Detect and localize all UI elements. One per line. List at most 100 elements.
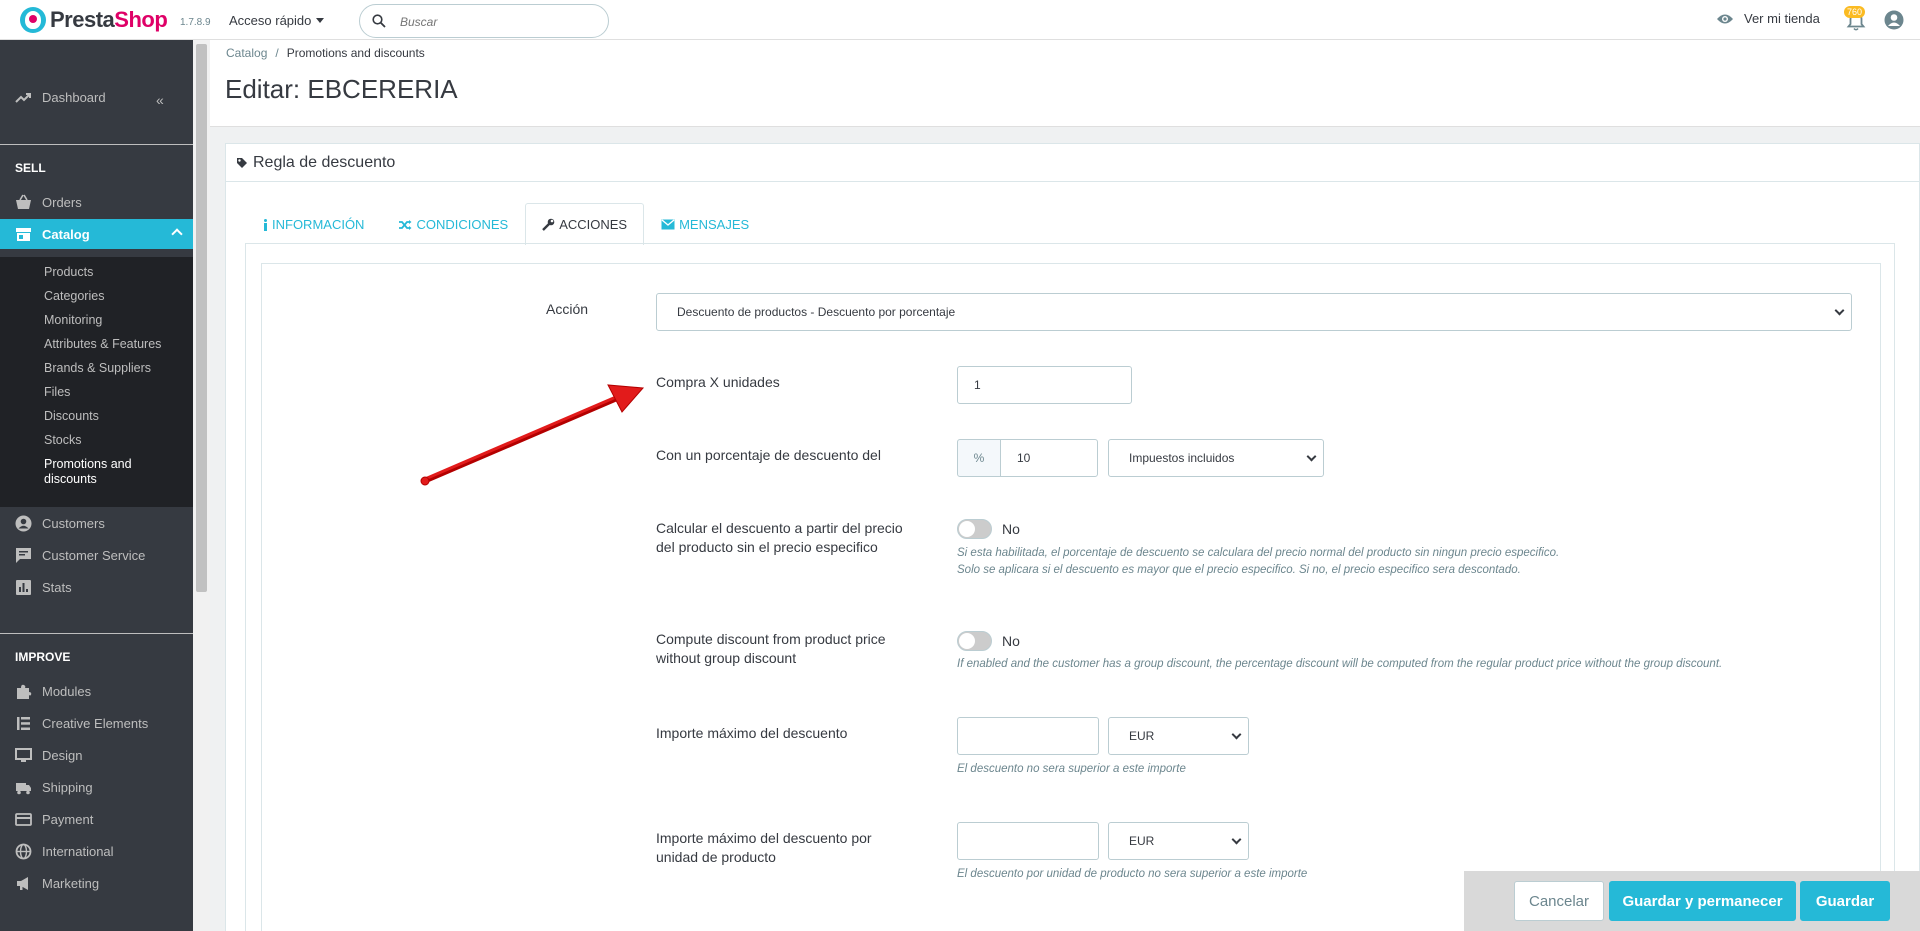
account-circle-icon [15, 515, 32, 531]
panel-heading-text: Regla de descuento [253, 153, 396, 171]
tab-label: ACCIONES [559, 217, 628, 232]
tab-mensajes[interactable]: MENSAJES [644, 203, 766, 245]
sidebar-item-payment[interactable]: Payment [0, 804, 193, 834]
info-icon [264, 218, 267, 231]
max-currency-value: EUR [1129, 729, 1155, 743]
sub-item-monitoring[interactable]: Monitoring [44, 313, 102, 327]
page-title: Editar: EBCERERIA [225, 74, 458, 104]
monitor-icon [15, 747, 32, 762]
breadcrumb-separator: / [275, 46, 279, 60]
view-store-label: Ver mi tienda [1744, 11, 1820, 26]
cancel-button[interactable]: Cancelar [1514, 881, 1604, 921]
chat-icon [16, 547, 31, 563]
max-currency-select[interactable]: EUR [1108, 717, 1249, 755]
quick-access-dropdown[interactable]: Acceso rápido [229, 13, 325, 28]
search-box[interactable] [359, 4, 609, 38]
sidebar-divider [0, 144, 193, 145]
sub-item-files[interactable]: Files [44, 385, 70, 399]
tax-select-value: Impuestos incluidos [1129, 451, 1235, 465]
buy-x-input[interactable]: 1 [957, 366, 1132, 404]
sidebar-item-dashboard[interactable]: Dashboard [0, 82, 193, 112]
sidebar-label: Orders [42, 194, 82, 210]
accion-select[interactable]: Descuento de productos - Descuento por p… [656, 293, 1852, 331]
content-header: Catalog / Promotions and discounts Editar:… [210, 40, 1920, 127]
basket-icon [16, 194, 31, 209]
version-label: 1.7.8.9 [180, 17, 211, 28]
store-icon [16, 227, 31, 241]
quick-access-label: Acceso rápido [229, 13, 312, 28]
search-input[interactable] [400, 12, 595, 32]
wrench-icon [542, 218, 555, 231]
sub-item-attributes[interactable]: Attributes & Features [44, 337, 161, 351]
sidebar-label: Shipping [42, 779, 93, 795]
sub-item-categories[interactable]: Categories [44, 289, 104, 303]
user-account-icon[interactable] [1884, 10, 1904, 30]
sidebar-item-creative-elements[interactable]: Creative Elements [0, 708, 193, 738]
calc-help-line1: Si esta habilitada, el porcentaje de des… [957, 547, 1560, 559]
sidebar-item-marketing[interactable]: Marketing [0, 868, 193, 898]
tab-label: INFORMACIÓN [272, 217, 365, 232]
prestashop-logo[interactable]: PrestaShop [20, 6, 168, 34]
sidebar-label: Creative Elements [42, 715, 149, 731]
sidebar-item-modules[interactable]: Modules [0, 676, 193, 706]
calc-help: Si esta habilitada, el porcentaje de des… [957, 545, 1559, 579]
section-title-improve: IMPROVE [15, 650, 71, 664]
percent-addon: % [957, 439, 1001, 477]
sidebar-item-customers[interactable]: Customers [0, 508, 193, 538]
sidebar-label: Customer Service [42, 547, 146, 563]
sub-item-promotions-line2[interactable]: discounts [44, 472, 97, 486]
sidebar-item-shipping[interactable]: Shipping [0, 772, 193, 802]
sidebar-item-customer-service[interactable]: Customer Service [0, 540, 193, 570]
sidebar-item-orders[interactable]: Orders [0, 187, 193, 217]
red-arrow-annotation [420, 384, 645, 486]
sidebar: « Dashboard SELL Orders Catalog Products… [0, 40, 193, 931]
sidebar-divider [0, 633, 193, 634]
calc-label-line2: del producto sin el precio especifico [656, 539, 878, 555]
max-unit-input[interactable] [957, 822, 1099, 860]
max-unit-currency-value: EUR [1129, 834, 1155, 848]
breadcrumb: Catalog / Promotions and discounts [226, 46, 425, 60]
sub-item-stocks[interactable]: Stocks [44, 433, 82, 447]
chevron-down-icon [1231, 834, 1242, 845]
tab-acciones[interactable]: ACCIONES [525, 203, 645, 245]
save-button[interactable]: Guardar [1800, 881, 1890, 921]
max-unit-label-line2: unidad de producto [656, 849, 776, 865]
tab-condiciones[interactable]: CONDICIONES [381, 203, 525, 245]
tab-informacion[interactable]: INFORMACIÓN [246, 203, 381, 245]
max-help: El descuento no sera superior a este imp… [957, 763, 1186, 775]
calc-label: Calcular el descuento a partir del preci… [656, 519, 903, 557]
caret-down-icon [316, 18, 325, 23]
group-label-line2: without group discount [656, 650, 797, 666]
tab-bar: INFORMACIÓN CONDICIONES ACCIONES MENSAJE… [246, 203, 766, 245]
puzzle-icon [17, 684, 32, 699]
calc-label-line1: Calcular el descuento a partir del preci… [656, 520, 903, 536]
tax-select[interactable]: Impuestos incluidos [1108, 439, 1324, 477]
sidebar-item-stats[interactable]: Stats [0, 572, 193, 602]
sidebar-item-international[interactable]: International [0, 836, 193, 866]
sidebar-label: Marketing [42, 875, 100, 891]
sidebar-item-catalog[interactable]: Catalog [0, 219, 193, 249]
globe-icon [15, 843, 32, 859]
calc-help-line2: Solo se aplicara si el descuento es mayo… [957, 564, 1521, 576]
save-and-stay-button[interactable]: Guardar y permanecer [1609, 881, 1796, 921]
accion-label: Acción [546, 301, 589, 317]
calc-toggle[interactable] [957, 519, 992, 539]
view-store-link[interactable]: Ver mi tienda [1716, 11, 1820, 26]
sidebar-scrollbar-thumb[interactable] [196, 44, 207, 592]
sub-item-brands[interactable]: Brands & Suppliers [44, 361, 151, 375]
sidebar-label: Modules [42, 683, 92, 699]
credit-card-icon [15, 812, 32, 826]
group-label-line1: Compute discount from product price [656, 631, 886, 647]
sub-item-products[interactable]: Products [44, 265, 93, 279]
shuffle-icon [399, 219, 412, 230]
breadcrumb-catalog-link[interactable]: Catalog [226, 46, 267, 60]
percent-input[interactable]: 10 [1000, 439, 1098, 477]
sub-item-promotions[interactable]: Promotions and [44, 457, 132, 471]
sub-item-discounts[interactable]: Discounts [44, 409, 99, 423]
max-input[interactable] [957, 717, 1099, 755]
max-unit-currency-select[interactable]: EUR [1108, 822, 1249, 860]
sidebar-label: Payment [42, 811, 94, 827]
calc-toggle-label: No [1002, 521, 1020, 537]
group-toggle[interactable] [957, 631, 992, 651]
sidebar-item-design[interactable]: Design [0, 740, 193, 770]
